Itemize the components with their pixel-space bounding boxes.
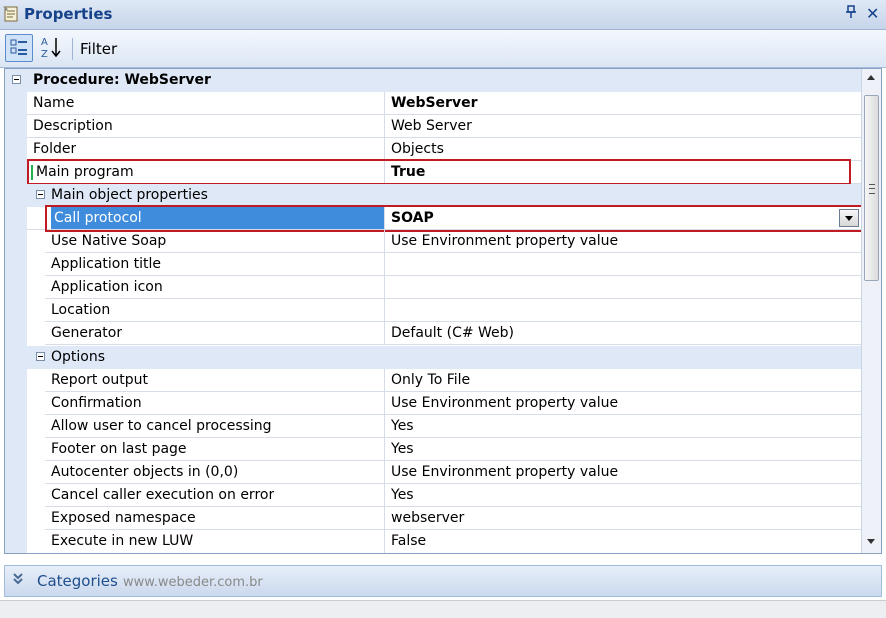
sort-alphabetical-button[interactable]: A Z [38,34,66,62]
status-strip [0,600,886,618]
collapse-toggle-icon[interactable] [36,190,45,199]
categorized-view-icon [10,39,27,55]
svg-text:Z: Z [41,49,48,60]
window-title: Properties [24,5,113,23]
property-value[interactable]: Use Environment property value [385,230,855,253]
property-name: Report output [51,372,149,388]
category-label: Main object properties [51,187,208,203]
categories-label[interactable]: Categories [37,572,118,590]
property-value[interactable]: WebServer [385,92,855,115]
category-label: Options [51,349,106,365]
toolbar: A Z Filter [0,30,886,68]
sort-az-icon: A Z [41,37,61,60]
property-row-description[interactable]: Description Web Server [5,115,861,138]
property-value[interactable]: Objects [385,138,855,161]
property-value[interactable]: Web Server [385,115,855,138]
property-name: Location [51,302,111,318]
close-icon[interactable]: ✕ [866,4,879,23]
vertical-scrollbar[interactable] [861,69,881,553]
scroll-thumb[interactable] [864,95,879,281]
property-row-autocenter[interactable]: Autocenter objects in (0,0) Use Environm… [5,461,861,484]
category-label: Procedure: WebServer [33,72,211,88]
filter-button[interactable]: Filter [80,40,117,58]
categorized-view-button[interactable] [5,34,33,62]
property-value[interactable]: Default (C# Web) [385,322,855,345]
property-row-use-native-soap[interactable]: Use Native Soap Use Environment property… [5,230,861,253]
property-value[interactable]: Use Environment property value [385,461,855,484]
property-row-footer-last-page[interactable]: Footer on last page Yes [5,438,861,461]
property-row-execute-new-luw[interactable]: Execute in new LUW False [5,530,861,553]
property-row-application-icon[interactable]: Application icon [5,276,861,299]
property-value[interactable] [385,276,855,299]
property-grid: Procedure: WebServer Name WebServer Desc… [4,68,882,554]
property-value[interactable] [385,253,855,276]
svg-text:A: A [41,37,48,48]
highlight-main-program [27,159,851,185]
category-main-object-properties[interactable]: Main object properties [5,184,861,207]
property-name: Autocenter objects in (0,0) [51,464,239,480]
property-row-folder[interactable]: Folder Objects [5,138,861,161]
category-procedure[interactable]: Procedure: WebServer [5,69,861,92]
properties-icon [3,6,18,22]
property-value[interactable]: Yes [385,415,855,438]
scroll-up-icon[interactable] [867,75,875,80]
property-name: Exposed namespace [51,510,196,526]
property-value[interactable]: webserver [385,507,855,530]
property-name: Allow user to cancel processing [51,418,272,434]
grip-icon [869,184,875,194]
highlight-call-protocol [45,205,863,232]
property-value[interactable]: Yes [385,438,855,461]
property-value[interactable]: Yes [385,484,855,507]
property-row-report-output[interactable]: Report output Only To File [5,369,861,392]
collapse-toggle-icon[interactable] [36,352,45,361]
watermark-text: www.webeder.com.br [123,575,263,590]
categories-bar[interactable]: Categories www.webeder.com.br [4,565,882,597]
toolbar-separator [72,38,73,60]
property-name: Execute in new LUW [51,533,194,549]
category-options[interactable]: Options [5,346,861,369]
property-name: Generator [51,325,123,341]
title-bar: Properties ✕ [0,0,886,30]
property-value[interactable]: False [385,530,855,553]
property-row-name[interactable]: Name WebServer [5,92,861,115]
collapse-toggle-icon[interactable] [12,75,21,84]
property-name: Application icon [51,279,163,295]
property-row-location[interactable]: Location [5,299,861,322]
property-row-generator[interactable]: Generator Default (C# Web) [5,322,861,345]
property-value[interactable] [385,299,855,322]
property-value[interactable]: Use Environment property value [385,392,855,415]
property-row-application-title[interactable]: Application title [5,253,861,276]
property-name: Name [33,95,75,111]
property-row-exposed-namespace[interactable]: Exposed namespace webserver [5,507,861,530]
property-name: Confirmation [51,395,142,411]
property-name: Folder [33,141,77,157]
property-name: Use Native Soap [51,233,167,249]
property-row-confirmation[interactable]: Confirmation Use Environment property va… [5,392,861,415]
property-name: Footer on last page [51,441,187,457]
property-row-allow-cancel[interactable]: Allow user to cancel processing Yes [5,415,861,438]
property-name: Cancel caller execution on error [51,487,275,503]
double-chevron-down-icon[interactable] [13,572,23,590]
property-name: Description [33,118,113,134]
property-name: Application title [51,256,162,272]
property-row-cancel-caller[interactable]: Cancel caller execution on error Yes [5,484,861,507]
property-value[interactable]: Only To File [385,369,855,392]
scroll-down-icon[interactable] [867,539,875,544]
pin-icon[interactable] [846,5,856,23]
